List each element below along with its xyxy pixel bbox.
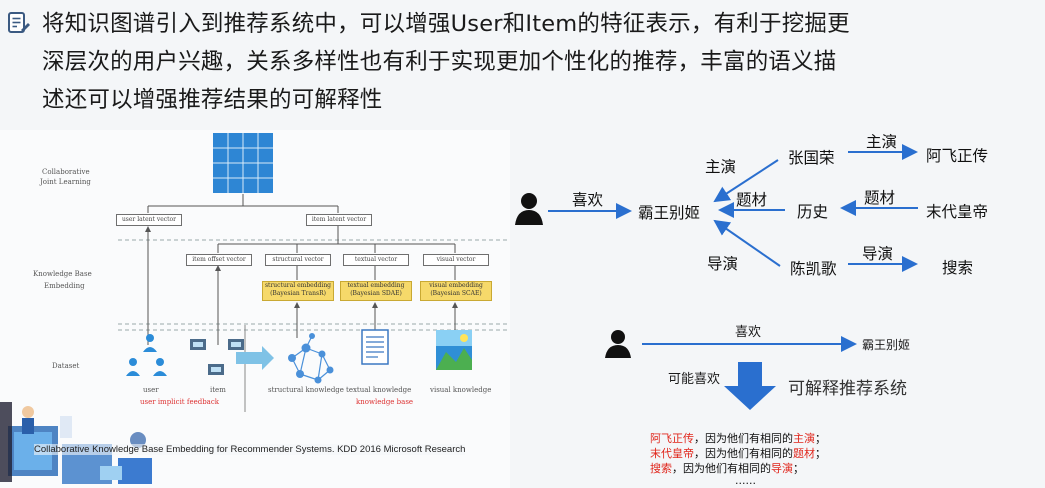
explain-likes: 喜欢 xyxy=(735,325,762,340)
textual-knowledge-label: textual knowledge xyxy=(346,386,412,394)
reason-row-1: 阿飞正传，因为他们有相同的主演； xyxy=(650,430,826,446)
kg-lead-2: 主演 xyxy=(866,133,898,151)
header-line-3: 述还可以增强推荐结果的可解释性 xyxy=(42,87,383,113)
reason-3-end: ； xyxy=(793,462,804,475)
reason-2-item: 末代皇帝 xyxy=(650,447,694,460)
reason-3-text: ，因为他们有相同的 xyxy=(672,462,771,475)
visual-vector: visual vector xyxy=(423,254,489,266)
reason-3-item: 搜索 xyxy=(650,462,672,475)
reason-2-end: ； xyxy=(815,447,826,460)
kg-likes: 喜欢 xyxy=(572,191,604,209)
visual-embedding-l1: visual embedding xyxy=(429,282,483,289)
structural-embedding-l1: structural embedding xyxy=(264,282,332,289)
reason-ellipsis: ...... xyxy=(735,474,756,487)
kg-zhang: 张国荣 xyxy=(788,149,835,167)
visual-knowledge-label: visual knowledge xyxy=(430,386,492,394)
decorative-illustration xyxy=(0,402,152,484)
cke-figure: Collaborative Joint Learning Knowledge B… xyxy=(0,130,510,488)
reason-2-rel: 题材 xyxy=(793,447,815,460)
structural-knowledge-label: structural knowledge xyxy=(268,386,344,394)
textual-embedding-l1: textual embedding xyxy=(347,282,405,289)
textual-vector: textual vector xyxy=(343,254,409,266)
structural-embedding-l2: (Bayesian TransR) xyxy=(270,290,326,297)
dataset-title: Dataset xyxy=(52,362,80,370)
cjl-title-1: Collaborative xyxy=(42,168,90,176)
reason-row-3: 搜索，因为他们有相同的导演； xyxy=(650,460,804,476)
citation: Collaborative Knowledge Base Embedding f… xyxy=(34,444,466,455)
kg-director-1: 导演 xyxy=(707,255,739,273)
reason-1-rel: 主演 xyxy=(793,432,815,445)
item-latent-vector: item latent vector xyxy=(306,214,372,226)
structural-embedding: structural embedding (Bayesian TransR) xyxy=(262,281,334,301)
kg-lastemperor: 末代皇帝 xyxy=(926,203,989,221)
user-avatar-icon xyxy=(513,190,545,226)
textual-embedding: textual embedding (Bayesian SDAE) xyxy=(340,281,412,301)
kg-search: 搜索 xyxy=(942,259,974,277)
reason-1-item: 阿飞正传 xyxy=(650,432,694,445)
item-label: item xyxy=(210,386,226,394)
explain-movie: 霸王别姬 xyxy=(862,338,911,352)
reason-3-rel: 导演 xyxy=(771,462,793,475)
user-latent-vector: user latent vector xyxy=(116,214,182,226)
knowledge-base-label: knowledge base xyxy=(356,398,414,406)
reason-2-text: ，因为他们有相同的 xyxy=(694,447,793,460)
kg-movie: 霸王别姬 xyxy=(638,204,701,222)
kg-genre-1: 题材 xyxy=(736,191,768,209)
explain-may-like: 可能喜欢 xyxy=(668,372,721,387)
explain-system: 可解释推荐系统 xyxy=(788,379,907,399)
kg-afei: 阿飞正传 xyxy=(926,147,989,165)
user-avatar-icon-2 xyxy=(604,327,632,359)
cjl-title-2: Joint Learning xyxy=(40,178,91,186)
reason-row-2: 末代皇帝，因为他们有相同的题材； xyxy=(650,445,826,461)
reason-1-end: ； xyxy=(815,432,826,445)
kg-lead-1: 主演 xyxy=(705,158,737,176)
kbe-title-1: Knowledge Base xyxy=(33,270,92,278)
rating-matrix-grid xyxy=(213,133,273,193)
visual-embedding: visual embedding (Bayesian SCAE) xyxy=(420,281,492,301)
kg-chen: 陈凯歌 xyxy=(790,260,837,278)
reason-1-text: ，因为他们有相同的 xyxy=(694,432,793,445)
textual-embedding-l2: (Bayesian SDAE) xyxy=(350,290,402,297)
item-offset-vector: item offset vector xyxy=(186,254,252,266)
structural-vector: structural vector xyxy=(265,254,331,266)
header-line-2: 深层次的用户兴趣，关系多样性也有利于实现更加个性化的推荐，丰富的语义描 xyxy=(42,49,837,75)
kg-history: 历史 xyxy=(797,203,829,221)
kg-genre-2: 题材 xyxy=(864,189,896,207)
note-icon xyxy=(6,10,32,36)
user-label: user xyxy=(143,386,159,394)
kbe-title-2: Embedding xyxy=(44,282,85,290)
visual-embedding-l2: (Bayesian SCAE) xyxy=(430,290,482,297)
header-line-1: 将知识图谱引入到推荐系统中，可以增强User和Item的特征表示，有利于挖掘更 xyxy=(42,11,850,37)
kg-director-2: 导演 xyxy=(862,245,894,263)
